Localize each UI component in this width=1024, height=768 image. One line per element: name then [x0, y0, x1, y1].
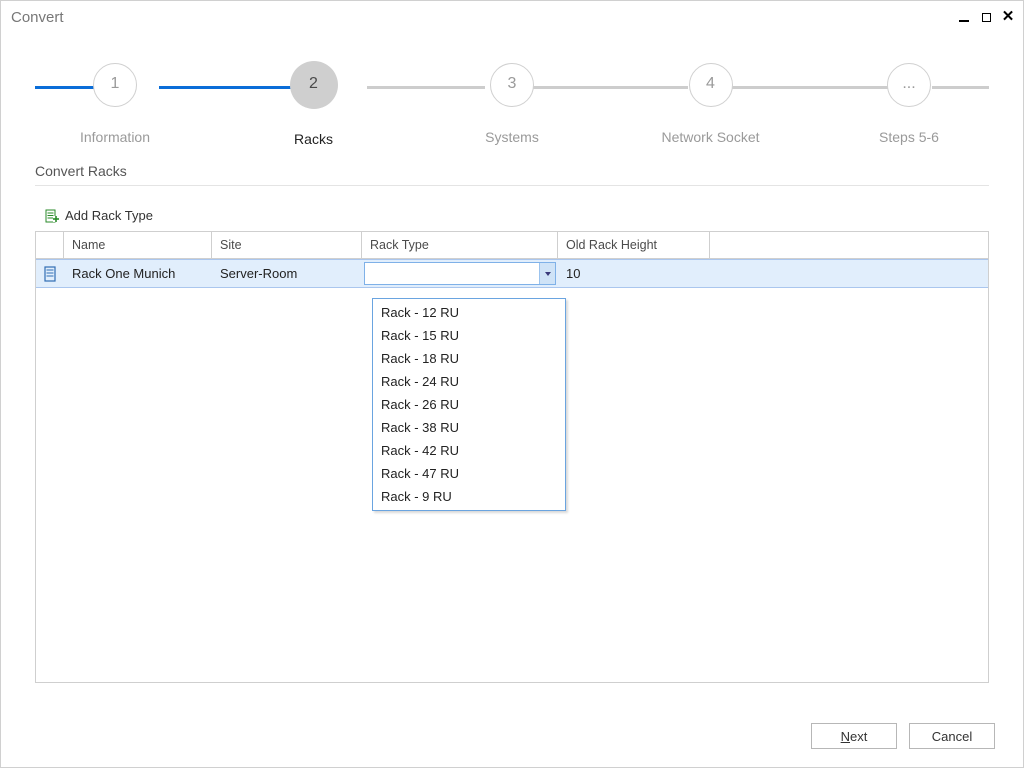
- cell-name: Rack One Munich: [64, 259, 212, 288]
- step-label: Systems: [485, 129, 539, 145]
- cancel-button[interactable]: Cancel: [909, 723, 995, 749]
- minimize-button[interactable]: [957, 10, 971, 24]
- add-rack-type-label: Add Rack Type: [65, 208, 153, 223]
- chevron-down-icon: [545, 272, 551, 276]
- col-site[interactable]: Site: [212, 232, 362, 259]
- add-rack-type-icon: [45, 209, 59, 223]
- titlebar: Convert ✕: [1, 1, 1023, 29]
- step-label: Information: [80, 129, 150, 145]
- cell-spacer: [710, 259, 988, 288]
- dropdown-button[interactable]: [539, 263, 555, 284]
- cell-site: Server-Room: [212, 259, 362, 288]
- step-number: 1: [93, 63, 137, 107]
- window-controls: ✕: [957, 10, 1015, 24]
- dropdown-option[interactable]: Rack - 24 RU: [373, 370, 565, 393]
- dropdown-option[interactable]: Rack - 18 RU: [373, 347, 565, 370]
- col-rack-type[interactable]: Rack Type: [362, 232, 558, 259]
- wizard-footer: Next Cancel: [811, 723, 995, 749]
- step-number: 4: [689, 63, 733, 107]
- step-more[interactable]: ... Steps 5-6: [849, 57, 969, 147]
- convert-wizard-window: Convert ✕ 1 Information 2 Racks 3 Sys: [0, 0, 1024, 768]
- col-name[interactable]: Name: [64, 232, 212, 259]
- step-systems[interactable]: 3 Systems: [452, 57, 572, 147]
- dropdown-option[interactable]: Rack - 42 RU: [373, 439, 565, 462]
- rack-type-dropdown-popup: Rack - 12 RU Rack - 15 RU Rack - 18 RU R…: [372, 298, 566, 511]
- step-network-socket[interactable]: 4 Network Socket: [651, 57, 771, 147]
- col-icon: [36, 232, 64, 259]
- dropdown-option[interactable]: Rack - 26 RU: [373, 393, 565, 416]
- step-number: 3: [490, 63, 534, 107]
- next-button[interactable]: Next: [811, 723, 897, 749]
- col-spacer: [710, 232, 988, 259]
- dropdown-option[interactable]: Rack - 15 RU: [373, 324, 565, 347]
- add-rack-type-link[interactable]: Add Rack Type: [45, 208, 985, 223]
- step-number: ...: [887, 63, 931, 107]
- cell-rack-type[interactable]: [362, 259, 558, 288]
- close-button[interactable]: ✕: [1001, 10, 1015, 24]
- step-label: Network Socket: [661, 129, 759, 145]
- table-row[interactable]: Rack One Munich Server-Room 10: [36, 259, 988, 288]
- dropdown-option[interactable]: Rack - 47 RU: [373, 462, 565, 485]
- dropdown-option[interactable]: Rack - 38 RU: [373, 416, 565, 439]
- step-label: Racks: [294, 131, 333, 147]
- col-old-height[interactable]: Old Rack Height: [558, 232, 710, 259]
- rack-type-dropdown[interactable]: [364, 262, 556, 285]
- rack-type-value[interactable]: [365, 263, 539, 284]
- grid-header-row: Name Site Rack Type Old Rack Height: [36, 232, 988, 259]
- step-racks[interactable]: 2 Racks: [254, 57, 374, 147]
- window-title: Convert: [11, 9, 957, 26]
- step-label: Steps 5-6: [879, 129, 939, 145]
- rack-icon: [36, 259, 64, 288]
- maximize-button[interactable]: [979, 10, 993, 24]
- cell-old-height: 10: [558, 259, 710, 288]
- step-information[interactable]: 1 Information: [55, 57, 175, 147]
- dropdown-option[interactable]: Rack - 9 RU: [373, 485, 565, 508]
- section-title: Convert Racks: [35, 163, 989, 186]
- wizard-stepper: 1 Information 2 Racks 3 Systems 4 Networ…: [35, 57, 989, 157]
- dropdown-option[interactable]: Rack - 12 RU: [373, 301, 565, 324]
- step-number: 2: [290, 61, 338, 109]
